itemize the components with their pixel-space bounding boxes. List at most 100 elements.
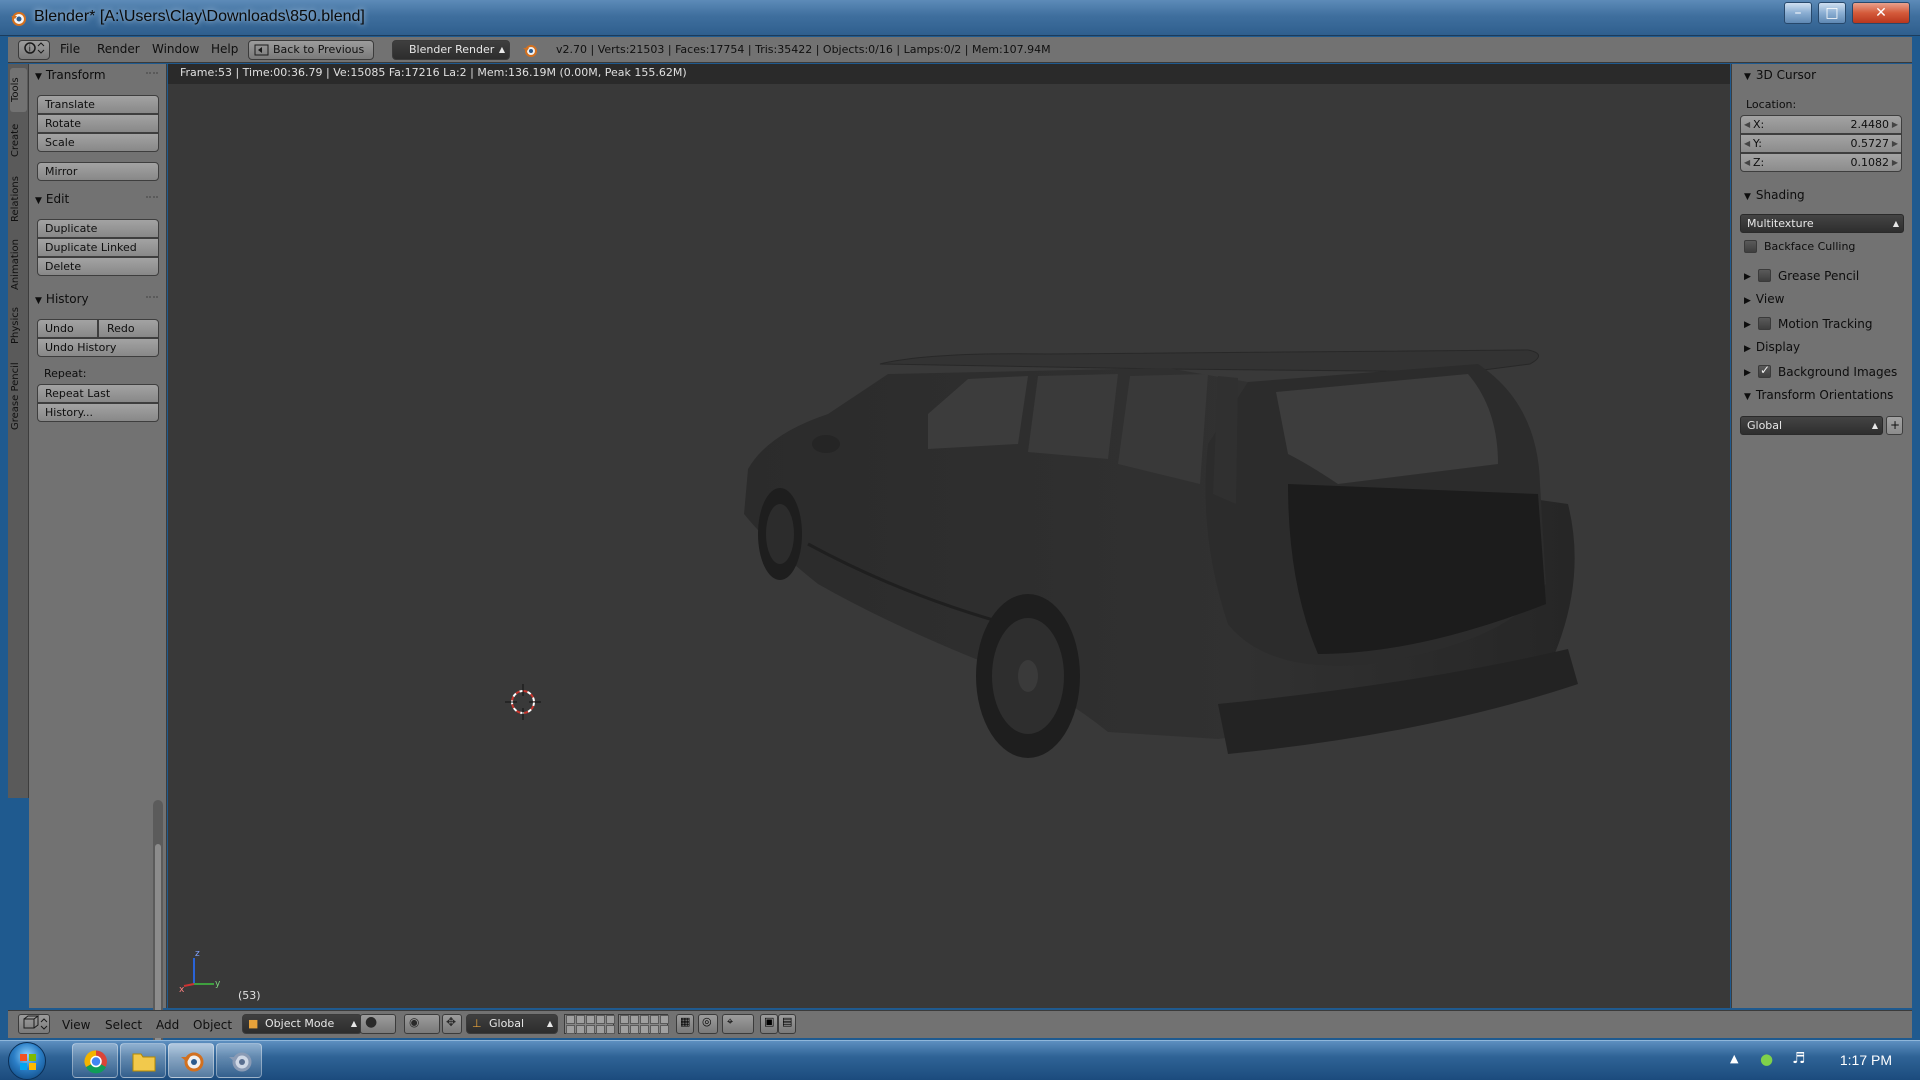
transform-orientation-dropdown[interactable]: Global ▲ (1740, 416, 1883, 435)
layer-toggle[interactable] (576, 1025, 585, 1034)
tab-create[interactable]: Create (10, 114, 27, 166)
layer-toggle[interactable] (606, 1015, 615, 1024)
translate-button[interactable]: Translate (37, 95, 159, 114)
network-icon[interactable]: ● (1760, 1050, 1773, 1068)
layer-toggle[interactable] (566, 1025, 575, 1034)
minimize-button[interactable]: – (1784, 2, 1812, 24)
snap-element-button[interactable]: ⌖ (722, 1014, 754, 1034)
layer-toggle[interactable] (650, 1025, 659, 1034)
car-model[interactable] (168, 64, 1730, 1008)
menu-render[interactable]: Render (97, 42, 140, 56)
menu-view[interactable]: View (62, 1018, 90, 1032)
layer-toggle[interactable] (630, 1025, 639, 1034)
backface-culling-checkbox[interactable] (1744, 240, 1757, 253)
pivot-point-button[interactable]: ◉ (404, 1014, 440, 1034)
layer-toggle[interactable] (630, 1015, 639, 1024)
delete-button[interactable]: Delete (37, 257, 159, 276)
proportional-edit-button[interactable]: ◎ (698, 1014, 718, 1034)
transform-orientation-header-dropdown[interactable]: ⊥ Global ▲ (466, 1014, 558, 1034)
panel-header-grease-pencil[interactable]: ▶ (1744, 268, 1756, 282)
render-opengl-still-button[interactable]: ▣ (760, 1014, 778, 1034)
arrow-left-icon[interactable]: ◀ (1744, 154, 1750, 171)
layer-toggle[interactable] (606, 1025, 615, 1034)
panel-header-3d-cursor[interactable]: ▼ 3D Cursor (1744, 68, 1816, 82)
undo-button[interactable]: Undo (37, 319, 98, 338)
undo-history-button[interactable]: Undo History (37, 338, 159, 357)
layer-toggle[interactable] (640, 1015, 649, 1024)
taskbar-blender[interactable] (168, 1043, 214, 1078)
window-titlebar[interactable]: Blender* [A:\Users\Clay\Downloads\850.bl… (0, 0, 1920, 36)
maximize-button[interactable]: □ (1818, 2, 1846, 24)
panel-header-view[interactable]: ▶ View (1744, 292, 1784, 306)
motion-tracking-checkbox[interactable] (1758, 317, 1771, 330)
history-button[interactable]: History... (37, 403, 159, 422)
layer-toggle[interactable] (620, 1025, 629, 1034)
panel-header-edit[interactable]: ▼ Edit (35, 192, 69, 206)
arrow-left-icon[interactable]: ◀ (1744, 116, 1750, 133)
arrow-right-icon[interactable]: ▶ (1892, 116, 1898, 133)
arrow-left-icon[interactable]: ◀ (1744, 135, 1750, 152)
tab-grease-pencil[interactable]: Grease Pencil (10, 354, 27, 438)
render-engine-dropdown[interactable]: Blender Render ▲ (392, 40, 510, 60)
menu-add[interactable]: Add (156, 1018, 179, 1032)
lock-layers-button[interactable]: ▦ (676, 1014, 694, 1034)
menu-window[interactable]: Window (152, 42, 199, 56)
panel-header-shading[interactable]: ▼ Shading (1744, 188, 1805, 202)
arrow-right-icon[interactable]: ▶ (1892, 135, 1898, 152)
menu-help[interactable]: Help (211, 42, 238, 56)
scale-button[interactable]: Scale (37, 133, 159, 152)
repeat-last-button[interactable]: Repeat Last (37, 384, 159, 403)
scene-layers[interactable] (564, 1014, 615, 1034)
layer-toggle[interactable] (596, 1015, 605, 1024)
layer-toggle[interactable] (640, 1025, 649, 1034)
panel-header-transform[interactable]: ▼ Transform (35, 68, 106, 82)
scene-layers-2[interactable] (618, 1014, 669, 1034)
add-orientation-button[interactable]: + (1886, 416, 1903, 435)
layer-toggle[interactable] (650, 1015, 659, 1024)
menu-object[interactable]: Object (193, 1018, 232, 1032)
tab-physics[interactable]: Physics (10, 300, 27, 352)
layer-toggle[interactable] (586, 1015, 595, 1024)
volume-icon[interactable]: ♬ (1792, 1049, 1805, 1067)
editor-type-3d-view-icon[interactable] (18, 1014, 50, 1034)
arrow-right-icon[interactable]: ▶ (1892, 154, 1898, 171)
back-to-previous-button[interactable]: Back to Previous (248, 40, 374, 60)
panel-header-motion-tracking[interactable]: ▶ (1744, 316, 1756, 330)
layer-toggle[interactable] (620, 1015, 629, 1024)
layer-toggle[interactable] (586, 1025, 595, 1034)
layer-toggle[interactable] (576, 1015, 585, 1024)
panel-grip-icon[interactable] (146, 296, 158, 308)
editor-type-icon[interactable]: i (18, 40, 50, 60)
grease-pencil-checkbox[interactable] (1758, 269, 1771, 282)
menu-select[interactable]: Select (105, 1018, 142, 1032)
taskbar-blender-render[interactable] (216, 1043, 262, 1078)
3d-cursor-icon[interactable] (503, 682, 543, 722)
tab-relations[interactable]: Relations (10, 168, 27, 230)
manipulator-toggle-button[interactable]: ✥ (442, 1014, 462, 1034)
panel-header-display[interactable]: ▶ Display (1744, 340, 1800, 354)
panel-grip-icon[interactable] (146, 196, 158, 208)
rotate-button[interactable]: Rotate (37, 114, 159, 133)
taskbar-explorer[interactable] (120, 1043, 166, 1078)
viewport-shading-button[interactable]: ● (360, 1014, 396, 1034)
taskbar-chrome[interactable] (72, 1043, 118, 1078)
render-opengl-animation-button[interactable]: ▤ (778, 1014, 796, 1034)
layer-toggle[interactable] (660, 1015, 669, 1024)
tray-expand-icon[interactable]: ▲ (1730, 1052, 1738, 1065)
tab-animation[interactable]: Animation (10, 232, 27, 298)
panel-header-background-images[interactable]: ▶ (1744, 364, 1756, 378)
taskbar-clock[interactable]: 1:17 PM (1840, 1052, 1892, 1068)
close-button[interactable]: ✕ (1852, 2, 1910, 24)
3d-viewport[interactable]: Frame:53 | Time:00:36.79 | Ve:15085 Fa:1… (168, 64, 1730, 1008)
cursor-x-field[interactable]: ◀ X: 2.4480 ▶ (1740, 115, 1902, 134)
cursor-y-field[interactable]: ◀ Y: 0.5727 ▶ (1740, 134, 1902, 153)
cursor-z-field[interactable]: ◀ Z: 0.1082 ▶ (1740, 153, 1902, 172)
layer-toggle[interactable] (660, 1025, 669, 1034)
redo-button[interactable]: Redo (98, 319, 159, 338)
tab-tools[interactable]: Tools (10, 68, 27, 112)
layer-toggle[interactable] (596, 1025, 605, 1034)
panel-header-transform-orientations[interactable]: ▼ Transform Orientations (1744, 388, 1893, 402)
duplicate-linked-button[interactable]: Duplicate Linked (37, 238, 159, 257)
duplicate-button[interactable]: Duplicate (37, 219, 159, 238)
mirror-button[interactable]: Mirror (37, 162, 159, 181)
